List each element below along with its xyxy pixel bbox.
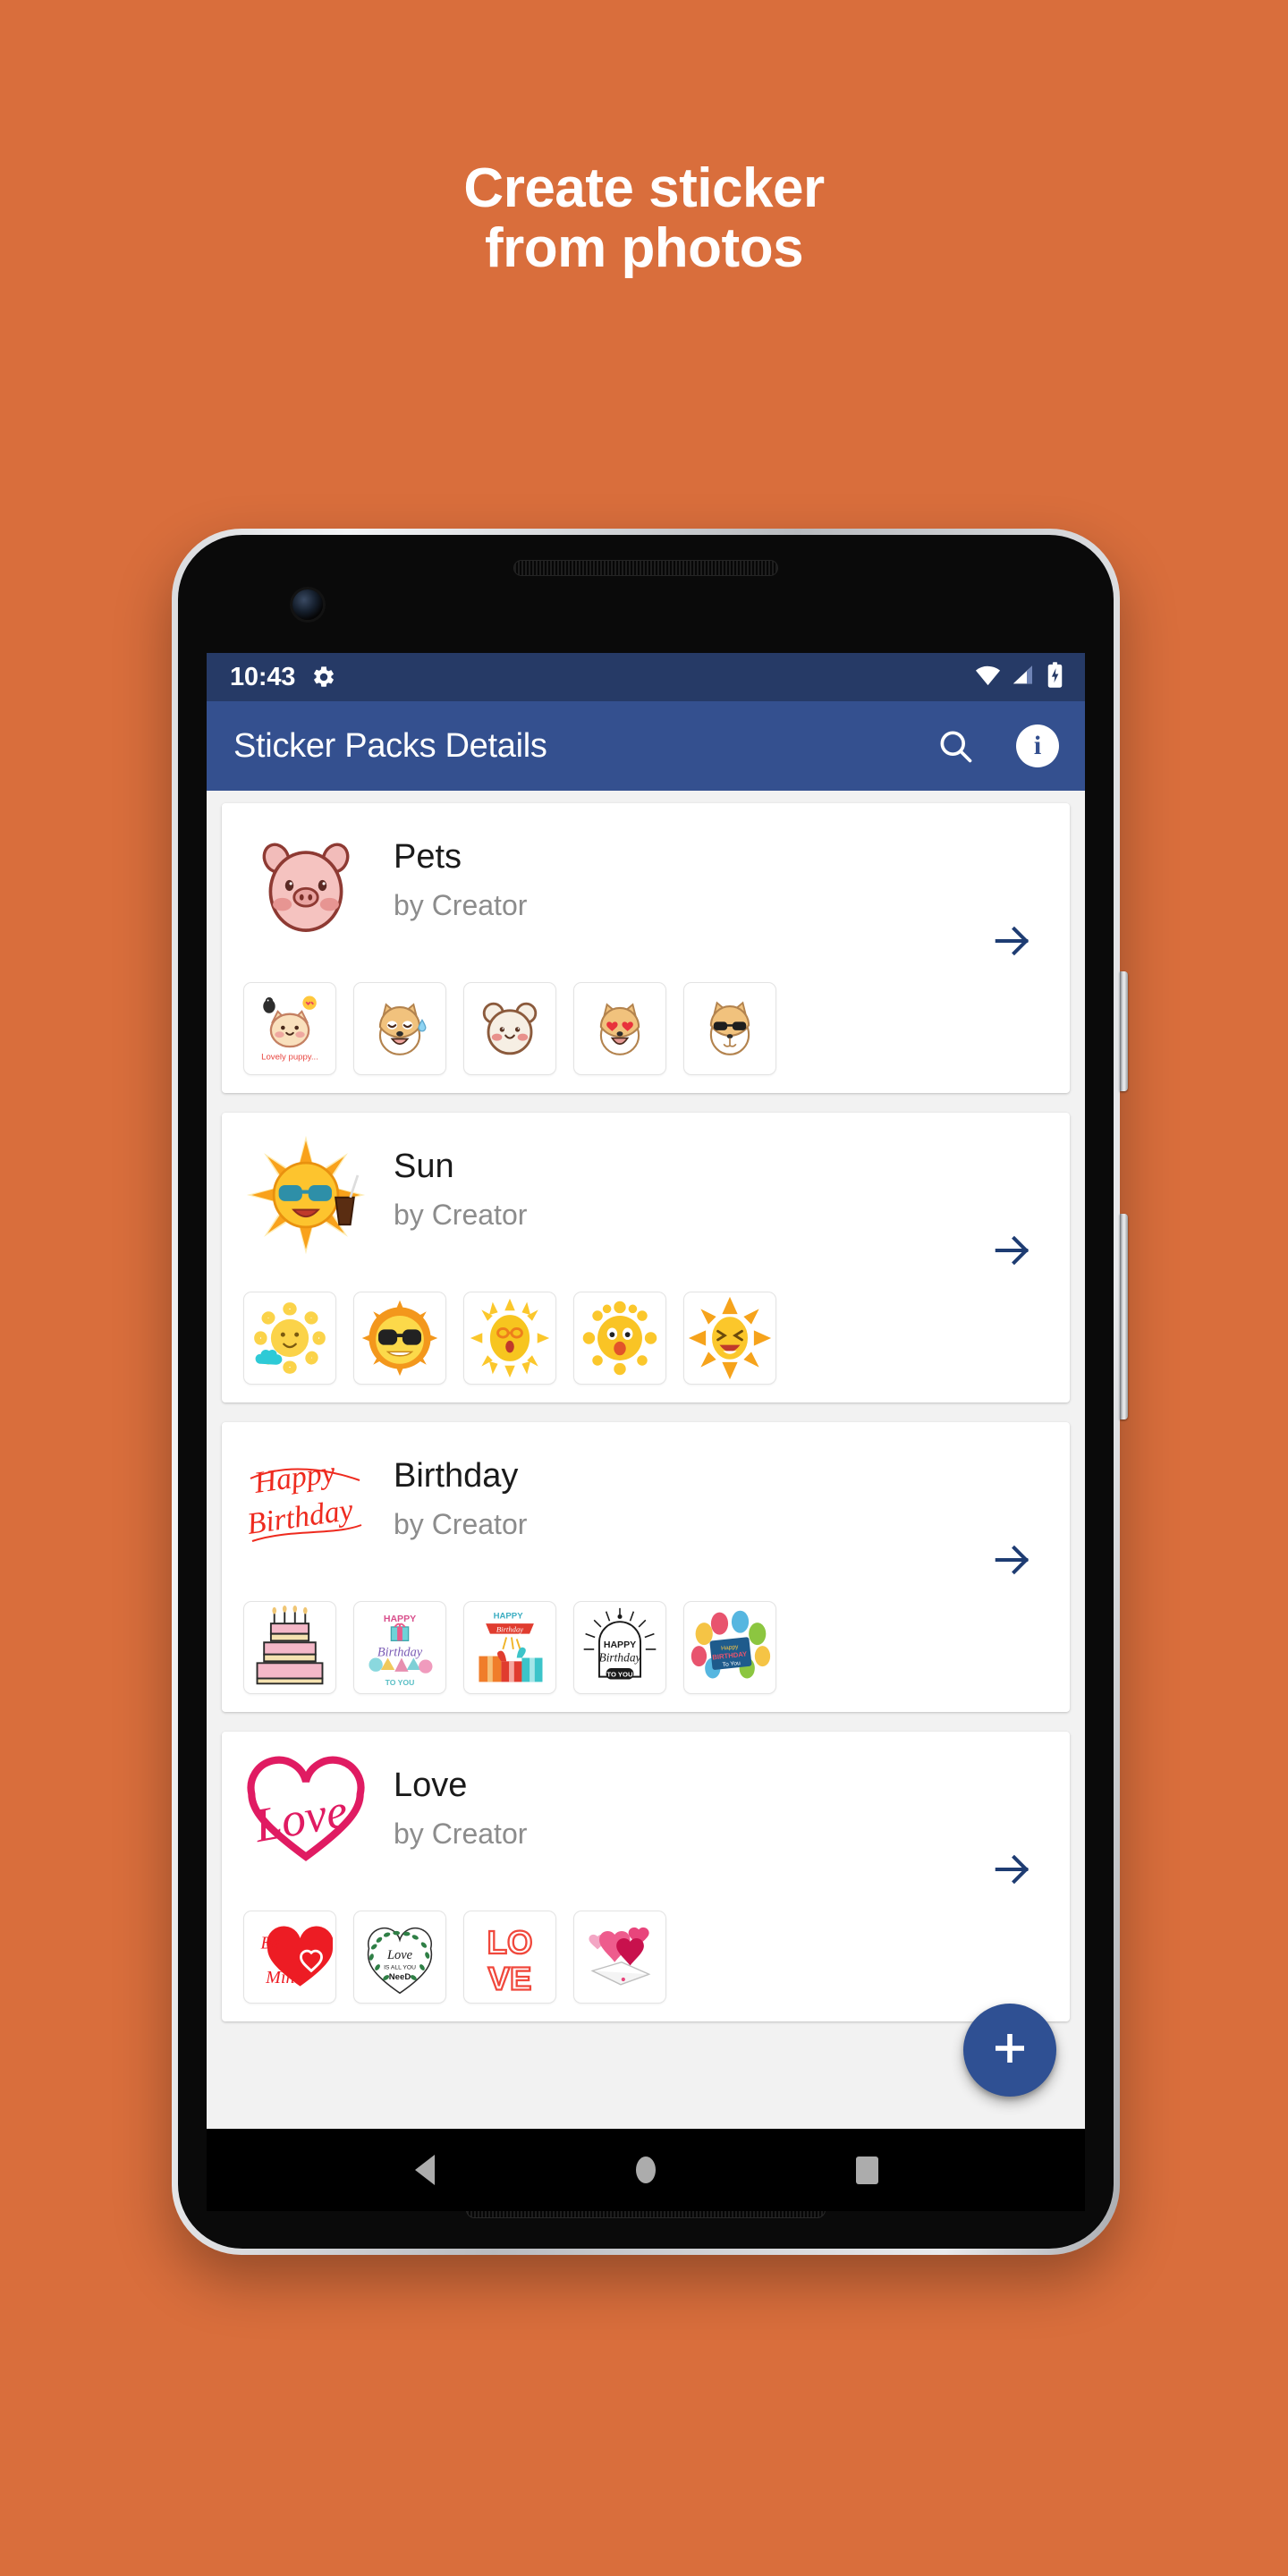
phone-bezel: 10:43 Sticker Packs Details i Pets by Cr… <box>178 535 1114 2249</box>
svg-text:Birthday: Birthday <box>496 1625 523 1634</box>
heart-balloons-envelope-sticker[interactable] <box>573 1911 666 2004</box>
sun-cloud-sticker[interactable] <box>243 1292 336 1385</box>
android-navigation-bar <box>207 2129 1085 2211</box>
pig-face-sticker <box>243 823 369 948</box>
svg-text:IS ALL YOU: IS ALL YOU <box>384 1964 416 1970</box>
svg-text:HAPPY: HAPPY <box>494 1611 524 1621</box>
love-script-heart-sticker: Love <box>243 1751 369 1877</box>
lovely-puppy-sticker[interactable]: Lovely puppy... <box>243 982 336 1075</box>
birthday-cake-sticker[interactable] <box>243 1601 336 1694</box>
svg-text:Birthday: Birthday <box>598 1650 640 1664</box>
earpiece-grille <box>513 560 778 576</box>
svg-text:Be: Be <box>260 1933 279 1953</box>
svg-text:Love: Love <box>250 1784 352 1852</box>
gear-icon <box>311 665 336 690</box>
pack-meta: Love by Creator <box>369 1751 1048 1851</box>
svg-text:Birthday: Birthday <box>377 1646 423 1660</box>
svg-text:HAPPY: HAPPY <box>604 1640 636 1650</box>
status-bar: 10:43 <box>207 653 1085 701</box>
arrow-right-icon[interactable] <box>989 1537 1036 1583</box>
shiba-heart-eyes-sticker[interactable] <box>573 982 666 1075</box>
svg-text:Mine: Mine <box>265 1968 302 1987</box>
pack-header: Pets by Creator <box>243 823 1048 977</box>
front-camera <box>292 589 323 620</box>
info-badge: i <box>1016 724 1059 767</box>
sun-laughing-sticker[interactable] <box>683 1292 776 1385</box>
sticker-preview-row: HAPPY Birthday TO YOU HAPPY Birthday HAP… <box>243 1601 1048 1694</box>
svg-text:Happy: Happy <box>251 1456 338 1501</box>
pack-title: Sun <box>394 1148 454 1185</box>
app-bar-actions: i <box>931 722 1062 770</box>
pack-author: by Creator <box>394 888 528 921</box>
arrow-right-icon[interactable] <box>989 918 1036 964</box>
volume-rocker[interactable] <box>1120 1214 1128 1419</box>
pack-meta: Pets by Creator <box>369 823 1048 922</box>
sticker-pack-card-birthday[interactable]: Happy Birthday Birthday by Creator HAPPY… <box>222 1422 1070 1712</box>
sticker-pack-card-love[interactable]: Love Love by Creator Be Mine Love IS ALL… <box>222 1732 1070 2021</box>
pack-meta: Sun by Creator <box>369 1132 1048 1232</box>
arrow-right-icon[interactable] <box>989 1227 1036 1274</box>
nav-back-icon[interactable] <box>391 2136 459 2204</box>
sticker-pack-card-pets[interactable]: Pets by Creator Lovely puppy... <box>222 803 1070 1093</box>
sticker-preview-row <box>243 1292 1048 1385</box>
app-bar: Sticker Packs Details i <box>207 701 1085 791</box>
love-is-all-you-need-sticker[interactable]: Love IS ALL YOU NeeD <box>353 1911 446 2004</box>
shiba-sunglasses-sticker[interactable] <box>683 982 776 1075</box>
sticker-preview-row: Lovely puppy... <box>243 982 1048 1075</box>
phone-device-frame: 10:43 Sticker Packs Details i Pets by Cr… <box>172 529 1128 2255</box>
pack-title: Love <box>394 1767 468 1804</box>
svg-text:TO YOU: TO YOU <box>386 1678 415 1687</box>
sticker-preview-row: Be Mine Love IS ALL YOU NeeD LO VE <box>243 1911 1048 2004</box>
pack-title: Birthday <box>394 1457 519 1495</box>
sun-orange-glasses-sticker[interactable] <box>463 1292 556 1385</box>
svg-text:Love: Love <box>386 1948 413 1962</box>
promo-headline-line-1: Create sticker <box>463 157 825 219</box>
happy-birthday-badge-sticker[interactable]: HAPPY Birthday TO YOU <box>573 1601 666 1694</box>
sun-surprised-sticker[interactable] <box>573 1292 666 1385</box>
add-sticker-pack-fab[interactable] <box>963 2004 1056 2097</box>
nav-recents-icon[interactable] <box>833 2136 901 2204</box>
svg-text:NeeD: NeeD <box>389 1972 411 1982</box>
pack-author: by Creator <box>394 1198 528 1231</box>
arrow-right-icon[interactable] <box>989 1846 1036 1893</box>
pack-header: Sun by Creator <box>243 1132 1048 1286</box>
phone-screen: 10:43 Sticker Packs Details i Pets by Cr… <box>207 653 1085 2129</box>
promo-headline: Create sticker from photos <box>0 157 1288 279</box>
panda-face-sticker[interactable] <box>463 982 556 1075</box>
svg-text:HAPPY: HAPPY <box>384 1614 416 1624</box>
nav-home-icon[interactable] <box>612 2136 680 2204</box>
sticker-pack-list[interactable]: Pets by Creator Lovely puppy... Sun by C… <box>207 791 1085 2129</box>
pack-header: Love Love by Creator <box>243 1751 1048 1905</box>
be-mine-heart-sticker[interactable]: Be Mine <box>243 1911 336 2004</box>
cell-signal-icon <box>1010 662 1037 693</box>
power-button[interactable] <box>1120 971 1128 1091</box>
page-title: Sticker Packs Details <box>233 726 547 765</box>
search-icon[interactable] <box>931 722 979 770</box>
battery-charging-icon <box>1045 661 1065 693</box>
birthday-balloons-card-sticker[interactable]: Happy BIRTHDAY To You <box>683 1601 776 1694</box>
pack-author: by Creator <box>394 1817 528 1850</box>
svg-text:VE: VE <box>488 1960 532 1996</box>
pack-header: Happy Birthday Birthday by Creator <box>243 1442 1048 1596</box>
pack-title: Pets <box>394 838 462 876</box>
svg-text:TO YOU: TO YOU <box>606 1671 633 1679</box>
sun-black-sunglasses-sticker[interactable] <box>353 1292 446 1385</box>
promo-headline-line-2: from photos <box>484 216 804 279</box>
wifi-icon <box>974 661 1002 693</box>
love-letters-sticker[interactable]: LO VE <box>463 1911 556 2004</box>
pack-meta: Birthday by Creator <box>369 1442 1048 1541</box>
info-icon[interactable]: i <box>1013 722 1062 770</box>
status-bar-icons <box>974 661 1065 693</box>
shiba-sweat-sticker[interactable] <box>353 982 446 1075</box>
sun-sunglasses-drink-sticker <box>243 1132 369 1258</box>
gift-boxes-sticker[interactable]: HAPPY Birthday <box>463 1601 556 1694</box>
svg-text:LO: LO <box>487 1924 533 1961</box>
svg-text:Lovely puppy...: Lovely puppy... <box>261 1053 318 1063</box>
sticker-pack-card-sun[interactable]: Sun by Creator <box>222 1113 1070 1402</box>
happy-birthday-script-sticker: Happy Birthday <box>243 1442 369 1567</box>
status-bar-clock: 10:43 <box>230 662 296 691</box>
happy-birthday-to-you-sticker[interactable]: HAPPY Birthday TO YOU <box>353 1601 446 1694</box>
pack-author: by Creator <box>394 1507 528 1540</box>
plus-icon <box>988 2027 1031 2074</box>
